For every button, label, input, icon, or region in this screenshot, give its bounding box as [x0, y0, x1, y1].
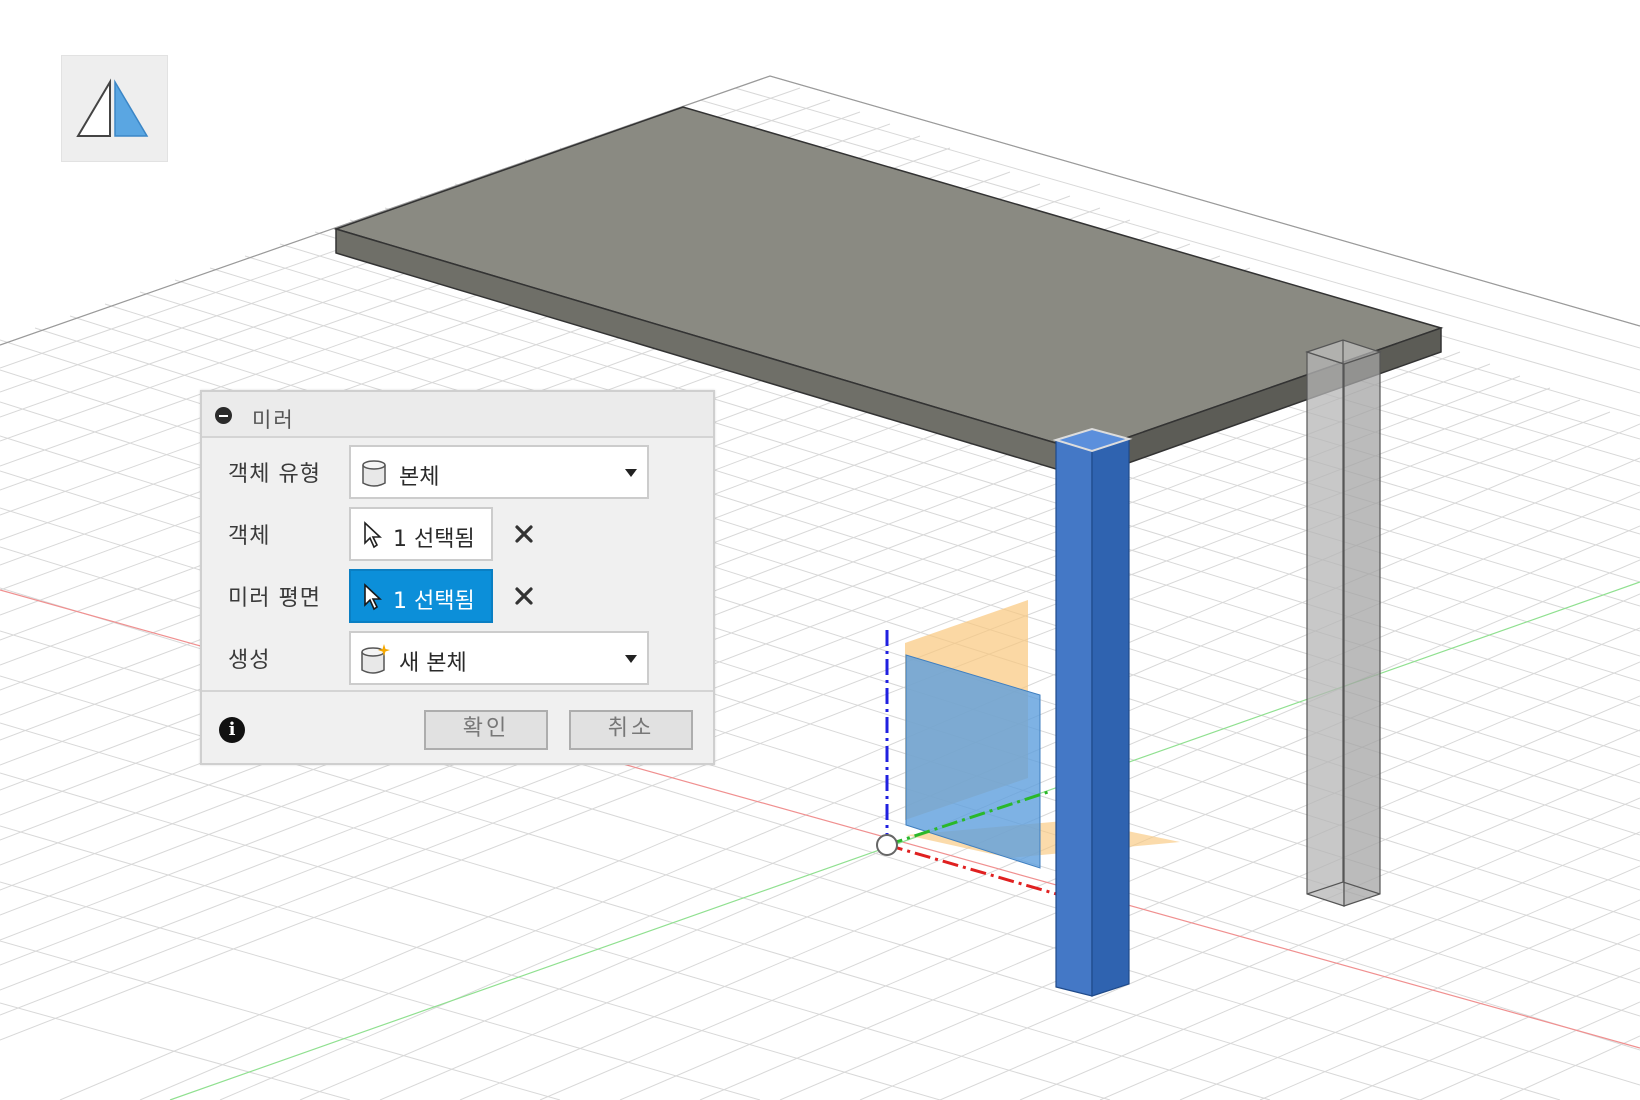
- object-type-value: 본체: [399, 465, 440, 490]
- chevron-down-icon: [625, 469, 637, 477]
- mirror-plane-selection-text: 1 선택됨: [393, 589, 475, 614]
- new-body-icon: [361, 644, 390, 674]
- objects-label: 객체: [228, 524, 271, 549]
- chevron-down-icon: [625, 655, 637, 663]
- mirror-tool-icon[interactable]: [61, 55, 168, 162]
- cancel-button[interactable]: 취소: [569, 710, 693, 750]
- clear-objects-icon[interactable]: [514, 524, 534, 544]
- cursor-icon: [364, 583, 383, 611]
- dialog-footer: i 확인 취소: [202, 690, 713, 763]
- body-icon: [362, 460, 386, 487]
- origin-point[interactable]: [876, 834, 898, 856]
- mirror-plane-selection-button[interactable]: 1 선택됨: [349, 569, 493, 623]
- dialog-title: 미러: [252, 408, 295, 432]
- mirror-icon: [76, 78, 149, 137]
- clear-mirror-plane-icon[interactable]: [514, 586, 534, 606]
- mirror-dialog: 미러 객체 유형 본체 객체 1 선택됨 미러 평면 1 선택됨 생성 새 본체…: [200, 390, 715, 765]
- mirrored-leg-preview: [1305, 339, 1382, 907]
- dialog-header: 미러: [202, 392, 713, 438]
- operation-dropdown[interactable]: 새 본체: [349, 631, 649, 685]
- info-icon[interactable]: i: [219, 717, 245, 743]
- cursor-icon: [364, 521, 383, 549]
- selected-leg-side: [1091, 438, 1130, 997]
- objects-selection-button[interactable]: 1 선택됨: [349, 507, 493, 561]
- object-type-label: 객체 유형: [228, 462, 321, 487]
- operation-value: 새 본체: [399, 651, 467, 676]
- operation-label: 생성: [228, 648, 271, 673]
- selected-leg-front[interactable]: [1055, 439, 1093, 997]
- ok-button[interactable]: 확인: [424, 710, 548, 750]
- collapse-icon[interactable]: [215, 407, 232, 424]
- objects-selection-text: 1 선택됨: [393, 527, 475, 552]
- object-type-dropdown[interactable]: 본체: [349, 445, 649, 499]
- mirror-plane-label: 미러 평면: [228, 586, 321, 611]
